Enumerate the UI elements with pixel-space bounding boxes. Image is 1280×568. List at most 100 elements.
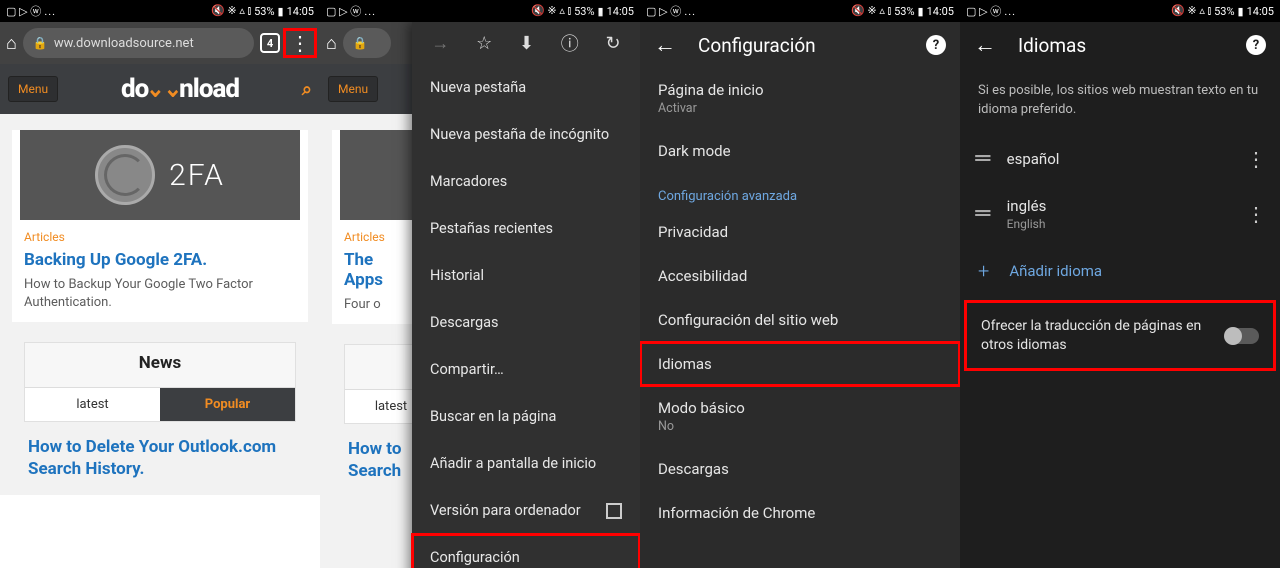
setting-basic-mode[interactable]: Modo básico No: [640, 386, 960, 447]
news-link[interactable]: How to Delete Your Outlook.com Search Hi…: [12, 422, 308, 494]
setting-dark-mode[interactable]: Dark mode: [640, 129, 960, 173]
site-menu-button[interactable]: Menu: [8, 76, 58, 102]
setting-accessibility[interactable]: Accesibilidad: [640, 254, 960, 298]
checkbox-icon[interactable]: [606, 503, 622, 519]
lang-sub: English: [1007, 217, 1228, 231]
tab-popular[interactable]: Popular: [160, 388, 295, 421]
language-item-es[interactable]: == español ⋮: [960, 134, 1280, 184]
add-label: Añadir idioma: [1009, 262, 1102, 280]
lock-icon: 🔒: [353, 36, 368, 50]
battery-icon: ▮: [598, 5, 604, 18]
battery-icon: ▮: [1238, 5, 1244, 18]
article-category[interactable]: Articles: [12, 220, 308, 250]
l1: How to: [348, 439, 401, 459]
content-area: 2FA Articles Backing Up Google 2FA. How …: [0, 114, 320, 495]
status-left-icons: ▢ ▷ ⓦ: [966, 3, 1001, 19]
forward-icon[interactable]: →: [431, 33, 449, 54]
menu-find[interactable]: Buscar en la página: [412, 393, 640, 440]
site-menu-button[interactable]: Menu: [328, 76, 378, 102]
toggle-label: Ofrecer la traducción de páginas en otro…: [981, 317, 1215, 355]
toggle-switch[interactable]: [1225, 328, 1259, 344]
site-header: Menu do⌄⌄nload ⌕: [0, 64, 320, 114]
home-icon[interactable]: ⌂: [6, 33, 17, 54]
more-icon[interactable]: ⋮: [1246, 147, 1266, 171]
lock-icon: 🔒: [33, 36, 48, 50]
logo-part-b: nload: [179, 74, 239, 104]
t1: The: [344, 250, 373, 270]
menu-settings[interactable]: Configuración: [412, 534, 640, 568]
address-bar[interactable]: 🔒: [343, 28, 391, 58]
news-tabs: latest Popular: [25, 387, 295, 421]
status-bar: ▢ ▷ ⓦ... 🔇 ※ ▵ ⫾53%▮14:05: [0, 0, 320, 22]
more-menu-icon[interactable]: ⋮: [286, 31, 314, 55]
menu-share[interactable]: Compartir…: [412, 346, 640, 393]
thumb-text: 2FA: [169, 158, 225, 193]
add-language[interactable]: + Añadir idioma: [960, 244, 1280, 298]
lang-name: inglés: [1007, 197, 1228, 215]
menu-desktop-site[interactable]: Versión para ordenador: [412, 487, 640, 534]
reload-icon[interactable]: ↻: [606, 33, 621, 54]
tab-switcher[interactable]: 4: [260, 33, 280, 53]
setting-privacy[interactable]: Privacidad: [640, 210, 960, 254]
screenshot-1: ▢ ▷ ⓦ... 🔇 ※ ▵ ⫾53%▮14:05 ⌂ 🔒 ww.downloa…: [0, 0, 320, 568]
setting-downloads[interactable]: Descargas: [640, 447, 960, 491]
label: Modo básico: [658, 399, 942, 417]
news-heading: News: [25, 343, 295, 387]
menu-bookmarks[interactable]: Marcadores: [412, 158, 640, 205]
status-time: 14:05: [1247, 5, 1274, 18]
help-icon[interactable]: ?: [926, 35, 946, 55]
t2: Apps: [344, 270, 383, 290]
status-battery: 53%: [254, 5, 274, 18]
article-thumb: 2FA: [20, 130, 300, 220]
settings-header: ← Configuración ?: [640, 22, 960, 68]
status-left-icons: ▢ ▷ ⓦ: [646, 3, 681, 19]
menu-downloads[interactable]: Descargas: [412, 299, 640, 346]
status-left-icons: ▢ ▷ ⓦ: [6, 3, 41, 19]
status-right-icons: 🔇 ※ ▵ ⫾: [1171, 4, 1211, 18]
more-icon[interactable]: ⋮: [1246, 202, 1266, 226]
star-icon[interactable]: ☆: [476, 33, 492, 54]
screenshot-4: ▢ ▷ ⓦ... 🔇 ※ ▵ ⫾53%▮14:05 ← Idiomas ? Si…: [960, 0, 1280, 568]
setting-site-config[interactable]: Configuración del sitio web: [640, 298, 960, 342]
back-icon[interactable]: ←: [654, 32, 676, 58]
languages-desc: Si es posible, los sitios web muestran t…: [960, 68, 1280, 134]
l2: Search: [348, 461, 401, 481]
menu-history[interactable]: Historial: [412, 252, 640, 299]
download-icon[interactable]: ⬇: [519, 33, 534, 54]
home-icon[interactable]: ⌂: [326, 33, 337, 54]
drag-handle-icon[interactable]: ==: [974, 148, 989, 169]
site-logo[interactable]: do⌄⌄nload: [121, 74, 239, 104]
menu-new-tab[interactable]: Nueva pestaña: [412, 64, 640, 111]
menu-add-homescreen[interactable]: Añadir a pantalla de inicio: [412, 440, 640, 487]
article-card[interactable]: 2FA Articles Backing Up Google 2FA. How …: [12, 130, 308, 322]
info-icon[interactable]: ⓘ: [561, 30, 579, 56]
setting-chrome-info[interactable]: Información de Chrome: [640, 491, 960, 535]
article-title[interactable]: Backing Up Google 2FA.: [12, 250, 308, 276]
search-icon[interactable]: ⌕: [302, 79, 312, 100]
language-item-en[interactable]: == inglés English ⋮: [960, 184, 1280, 244]
help-icon[interactable]: ?: [1246, 35, 1266, 55]
status-ellipsis: ...: [684, 5, 696, 18]
setting-languages[interactable]: Idiomas: [640, 342, 960, 386]
setting-home-page[interactable]: Página de inicio Activar: [640, 68, 960, 129]
battery-icon: ▮: [278, 5, 284, 18]
sublabel: No: [658, 419, 942, 434]
drag-handle-icon[interactable]: ==: [974, 203, 989, 224]
menu-incognito[interactable]: Nueva pestaña de incógnito: [412, 111, 640, 158]
status-bar: ▢ ▷ ⓦ... 🔇 ※ ▵ ⫾53%▮14:05: [960, 0, 1280, 22]
status-bar: ▢ ▷ ⓦ... 🔇 ※ ▵ ⫾53%▮14:05: [320, 0, 640, 22]
url-text: ww.downloadsource.net: [54, 36, 194, 51]
back-icon[interactable]: ←: [974, 32, 996, 58]
tab-latest[interactable]: latest: [25, 388, 160, 421]
address-bar[interactable]: 🔒 ww.downloadsource.net: [23, 28, 254, 58]
status-battery: 53%: [574, 5, 594, 18]
logo-chevron-icon: ⌄⌄: [146, 75, 181, 103]
sublabel: Activar: [658, 101, 942, 116]
menu-recent-tabs[interactable]: Pestañas recientes: [412, 205, 640, 252]
translate-toggle-row[interactable]: Ofrecer la traducción de páginas en otro…: [967, 303, 1273, 369]
status-time: 14:05: [607, 5, 634, 18]
status-time: 14:05: [287, 5, 314, 18]
lang-name: español: [1007, 150, 1228, 168]
status-bar: ▢ ▷ ⓦ... 🔇 ※ ▵ ⫾53%▮14:05: [640, 0, 960, 22]
translate-highlight: Ofrecer la traducción de páginas en otro…: [964, 300, 1276, 372]
